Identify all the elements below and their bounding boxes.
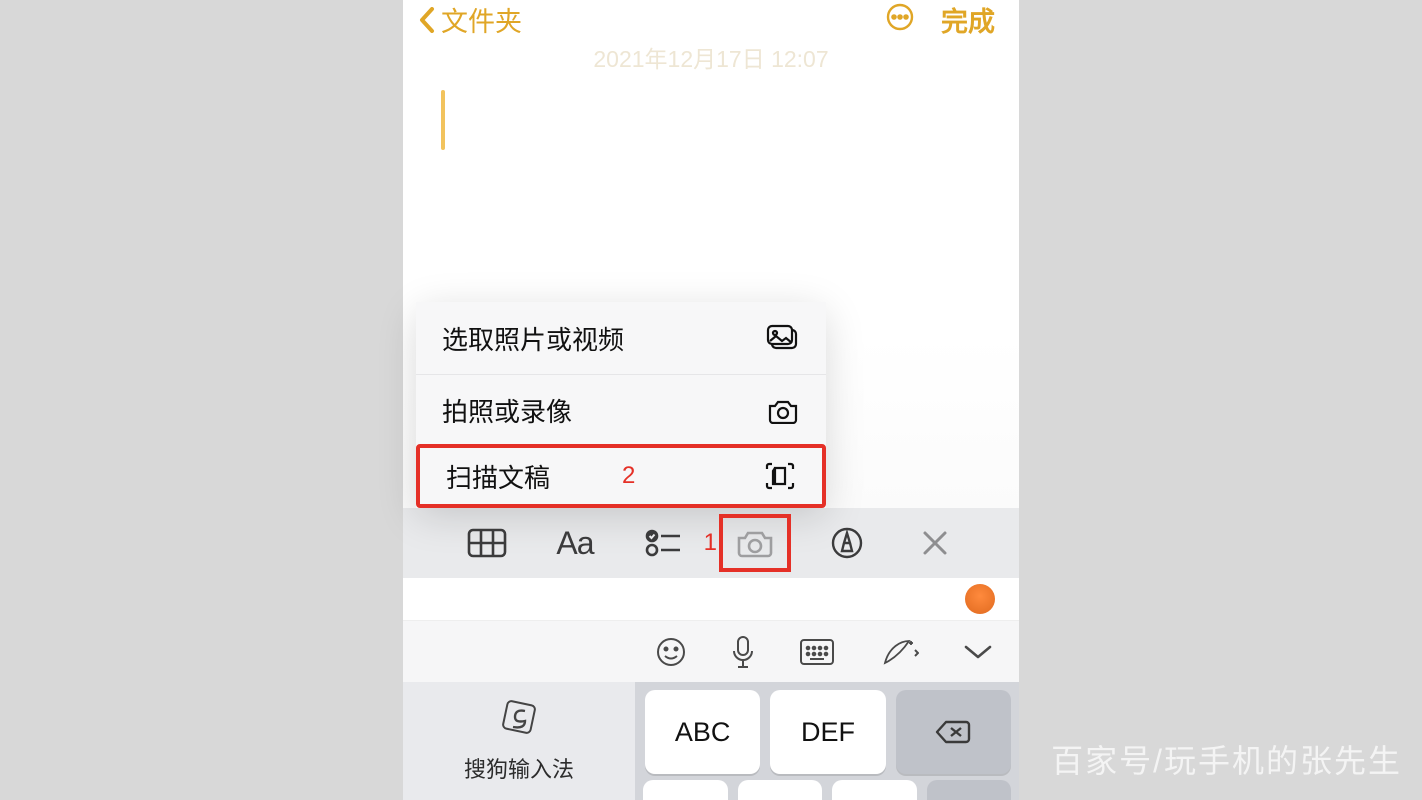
keys-area: ABC DEF [635, 682, 1019, 800]
feather-plus-icon[interactable] [879, 637, 919, 667]
phone-viewport: 文件夹 完成 2021年12月17日 12:07 选取照片或视频 拍照或录像 [403, 0, 1019, 800]
more-icon[interactable] [885, 2, 915, 37]
toolbar-close-button[interactable] [903, 518, 967, 568]
chevron-left-icon [419, 7, 435, 33]
toolbar-table-button[interactable] [455, 518, 519, 568]
formatting-toolbar: Aa 1 [403, 508, 1019, 578]
keyboard: 搜狗输入法 ABC DEF [403, 682, 1019, 800]
toolbar-markup-button[interactable] [815, 518, 879, 568]
menu-item-scan-document[interactable]: 扫描文稿 2 [416, 444, 826, 508]
annotation-step-2: 2 [622, 462, 635, 490]
toolbar-checklist-button[interactable]: 1 [631, 518, 695, 568]
ime-candidate-strip [403, 578, 1019, 620]
toolbar-camera-button[interactable] [719, 514, 791, 572]
microphone-icon[interactable] [731, 635, 755, 669]
menu-item-label: 拍照或录像 [442, 392, 572, 429]
chevron-down-icon[interactable] [963, 643, 993, 661]
watermark: 百家号/玩手机的张先生 [1051, 736, 1402, 782]
ime-function-row [403, 620, 1019, 682]
text-cursor [441, 90, 445, 150]
menu-item-take-photo[interactable]: 拍照或录像 [416, 374, 826, 446]
key-def[interactable]: DEF [770, 690, 885, 774]
ime-brand-label: 搜狗输入法 [464, 752, 574, 784]
sogou-logo-icon [501, 699, 537, 740]
emoji-icon[interactable] [655, 636, 687, 668]
ime-brand-panel[interactable]: 搜狗输入法 [403, 682, 635, 800]
key-stub-2[interactable] [738, 780, 823, 800]
key-stub-1[interactable] [643, 780, 728, 800]
done-button[interactable]: 完成 [941, 0, 995, 39]
key-stub-4[interactable] [927, 780, 1012, 800]
annotation-step-1: 1 [704, 529, 717, 557]
key-stub-3[interactable] [832, 780, 917, 800]
key-backspace[interactable] [896, 690, 1011, 774]
toolbar-text-style-button[interactable]: Aa [543, 518, 607, 568]
back-button[interactable]: 文件夹 [419, 0, 522, 39]
back-label: 文件夹 [441, 0, 522, 39]
menu-item-choose-photo[interactable]: 选取照片或视频 [416, 302, 826, 374]
menu-item-label: 选取照片或视频 [442, 320, 624, 357]
aa-icon: Aa [556, 525, 593, 562]
nav-actions: 完成 [885, 0, 995, 39]
camera-icon [766, 398, 800, 424]
menu-item-label: 扫描文稿 [446, 458, 550, 495]
sogou-flash-icon[interactable] [965, 584, 995, 614]
camera-context-menu: 选取照片或视频 拍照或录像 扫描文稿 2 [416, 302, 826, 508]
nav-bar: 文件夹 完成 [403, 0, 1019, 36]
note-timestamp: 2021年12月17日 12:07 [403, 40, 1019, 74]
note-editor[interactable]: 选取照片或视频 拍照或录像 扫描文稿 2 [403, 74, 1019, 508]
photo-library-icon [766, 324, 800, 352]
key-abc[interactable]: ABC [645, 690, 760, 774]
scan-document-icon [764, 461, 796, 491]
keyboard-switch-icon[interactable] [799, 638, 835, 666]
